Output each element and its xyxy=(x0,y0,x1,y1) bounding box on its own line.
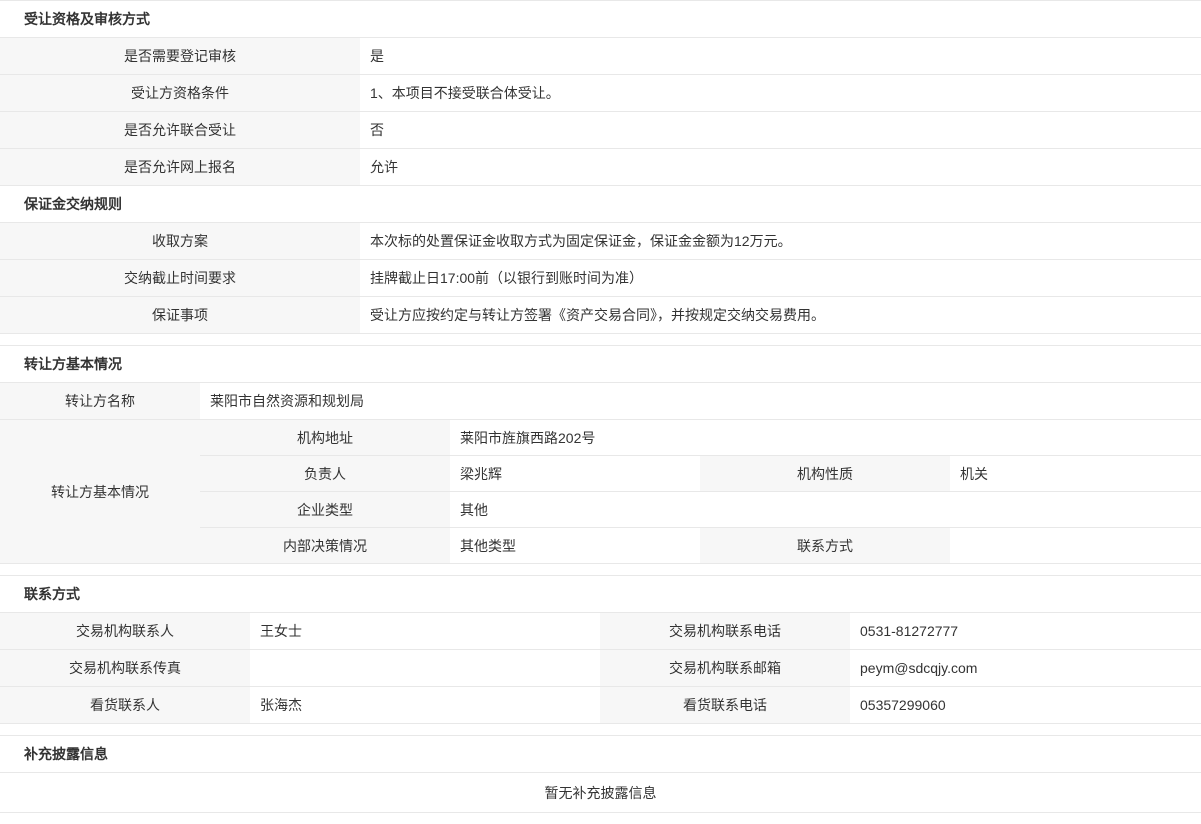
transferee-qualification-value: 1、本项目不接受联合体受让。 xyxy=(360,75,1201,112)
table-row: 负责人 梁兆辉 机构性质 机关 xyxy=(200,456,1201,492)
section-deposit-rules: 保证金交纳规则 收取方案 本次标的处置保证金收取方式为固定保证金，保证金金额为1… xyxy=(0,186,1201,334)
transferee-qualification-label: 受让方资格条件 xyxy=(0,75,360,112)
table-row: 保证事项 受让方应按约定与转让方签署《资产交易合同》，并按规定交纳交易费用。 xyxy=(0,297,1201,334)
table-row: 企业类型 其他 xyxy=(200,492,1201,528)
registration-review-value: 是 xyxy=(360,38,1201,75)
internal-decision-value: 其他类型 xyxy=(450,528,700,564)
agency-contact-person-value: 王女士 xyxy=(250,613,600,650)
online-registration-allowed-value: 允许 xyxy=(360,149,1201,186)
payment-deadline-label: 交纳截止时间要求 xyxy=(0,260,360,297)
collection-plan-value: 本次标的处置保证金收取方式为固定保证金，保证金金额为12万元。 xyxy=(360,223,1201,260)
section-divider xyxy=(0,724,1201,735)
agency-contact-person-label: 交易机构联系人 xyxy=(0,613,250,650)
internal-decision-label: 内部决策情况 xyxy=(200,528,450,564)
org-nature-label: 机构性质 xyxy=(700,456,950,492)
agency-contact-phone-value: 0531-81272777 xyxy=(850,613,1201,650)
section-title-supplementary-disclosure: 补充披露信息 xyxy=(0,736,1201,773)
inspection-contact-phone-label: 看货联系电话 xyxy=(600,687,850,724)
supplement-empty-text: 暂无补充披露信息 xyxy=(0,773,1201,813)
enterprise-type-label: 企业类型 xyxy=(200,492,450,528)
org-address-label: 机构地址 xyxy=(200,420,450,456)
section-title-deposit-rules: 保证金交纳规则 xyxy=(0,186,1201,223)
table-row: 暂无补充披露信息 xyxy=(0,773,1201,813)
table-row: 机构地址 莱阳市旌旗西路202号 xyxy=(200,420,1201,456)
transferor-group-label: 转让方基本情况 xyxy=(0,420,200,564)
agency-contact-phone-label: 交易机构联系电话 xyxy=(600,613,850,650)
agency-contact-email-value: peym@sdcqjy.com xyxy=(850,650,1201,687)
table-row: 转让方名称 莱阳市自然资源和规划局 xyxy=(0,383,1201,420)
section-title-contact-info: 联系方式 xyxy=(0,576,1201,613)
section-title-transferor-info: 转让方基本情况 xyxy=(0,346,1201,383)
transferor-name-value: 莱阳市自然资源和规划局 xyxy=(200,383,1201,420)
section-divider xyxy=(0,334,1201,345)
table-row: 是否允许联合受让 否 xyxy=(0,112,1201,149)
person-in-charge-label: 负责人 xyxy=(200,456,450,492)
inspection-contact-person-label: 看货联系人 xyxy=(0,687,250,724)
contact-method-label: 联系方式 xyxy=(700,528,950,564)
transferor-detail-group: 转让方基本情况 机构地址 莱阳市旌旗西路202号 负责人 梁兆辉 机构性质 机关… xyxy=(0,420,1201,564)
table-row: 是否需要登记审核 是 xyxy=(0,38,1201,75)
org-address-value: 莱阳市旌旗西路202号 xyxy=(450,420,1201,456)
joint-transfer-allowed-value: 否 xyxy=(360,112,1201,149)
enterprise-type-value: 其他 xyxy=(450,492,1201,528)
table-row: 收取方案 本次标的处置保证金收取方式为固定保证金，保证金金额为12万元。 xyxy=(0,223,1201,260)
collection-plan-label: 收取方案 xyxy=(0,223,360,260)
guarantee-matters-label: 保证事项 xyxy=(0,297,360,334)
table-row: 是否允许网上报名 允许 xyxy=(0,149,1201,186)
section-divider xyxy=(0,564,1201,575)
table-row: 看货联系人 张海杰 看货联系电话 05357299060 xyxy=(0,687,1201,724)
agency-contact-email-label: 交易机构联系邮箱 xyxy=(600,650,850,687)
agency-contact-fax-value xyxy=(250,650,600,687)
section-supplementary-disclosure: 补充披露信息 暂无补充披露信息 xyxy=(0,735,1201,813)
payment-deadline-value: 挂牌截止日17:00前（以银行到账时间为准） xyxy=(360,260,1201,297)
table-row: 交易机构联系人 王女士 交易机构联系电话 0531-81272777 xyxy=(0,613,1201,650)
section-transferor-info: 转让方基本情况 转让方名称 莱阳市自然资源和规划局 转让方基本情况 机构地址 莱… xyxy=(0,345,1201,564)
guarantee-matters-value: 受让方应按约定与转让方签署《资产交易合同》，并按规定交纳交易费用。 xyxy=(360,297,1201,334)
section-contact-info: 联系方式 交易机构联系人 王女士 交易机构联系电话 0531-81272777 … xyxy=(0,575,1201,724)
table-row: 交纳截止时间要求 挂牌截止日17:00前（以银行到账时间为准） xyxy=(0,260,1201,297)
inspection-contact-phone-value: 05357299060 xyxy=(850,687,1201,724)
agency-contact-fax-label: 交易机构联系传真 xyxy=(0,650,250,687)
table-row: 交易机构联系传真 交易机构联系邮箱 peym@sdcqjy.com xyxy=(0,650,1201,687)
online-registration-allowed-label: 是否允许网上报名 xyxy=(0,149,360,186)
inspection-contact-person-value: 张海杰 xyxy=(250,687,600,724)
registration-review-label: 是否需要登记审核 xyxy=(0,38,360,75)
section-title-transferee-qualification: 受让资格及审核方式 xyxy=(0,1,1201,38)
asset-listing-detail-page: 受让资格及审核方式 是否需要登记审核 是 受让方资格条件 1、本项目不接受联合体… xyxy=(0,0,1201,813)
org-nature-value: 机关 xyxy=(950,456,1201,492)
joint-transfer-allowed-label: 是否允许联合受让 xyxy=(0,112,360,149)
section-transferee-qualification: 受让资格及审核方式 是否需要登记审核 是 受让方资格条件 1、本项目不接受联合体… xyxy=(0,0,1201,186)
table-row: 内部决策情况 其他类型 联系方式 xyxy=(200,528,1201,564)
person-in-charge-value: 梁兆辉 xyxy=(450,456,700,492)
contact-method-value xyxy=(950,528,1201,564)
table-row: 受让方资格条件 1、本项目不接受联合体受让。 xyxy=(0,75,1201,112)
transferor-name-label: 转让方名称 xyxy=(0,383,200,420)
